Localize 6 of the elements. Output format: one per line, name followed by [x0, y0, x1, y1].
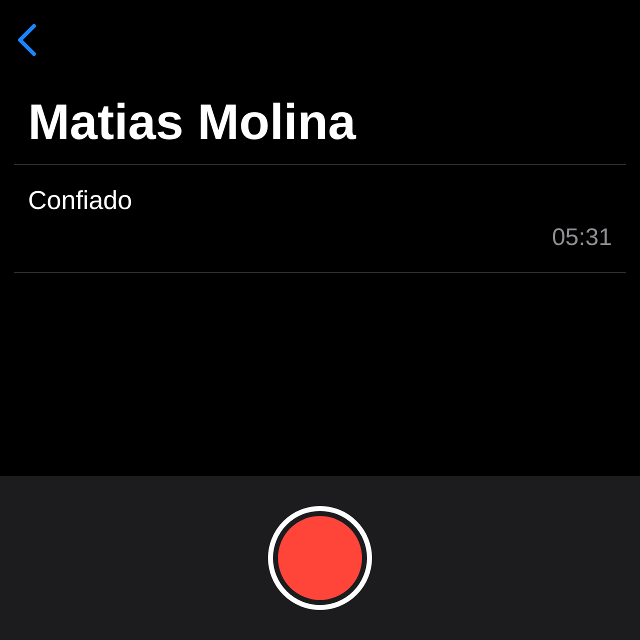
recording-row[interactable]: Confiado 05:31 — [14, 165, 626, 273]
back-icon — [16, 24, 38, 56]
recording-name: Confiado — [28, 187, 132, 213]
recording-duration: 05:31 — [552, 226, 612, 250]
record-icon — [278, 516, 362, 600]
page-title: Matias Molina — [28, 97, 356, 147]
